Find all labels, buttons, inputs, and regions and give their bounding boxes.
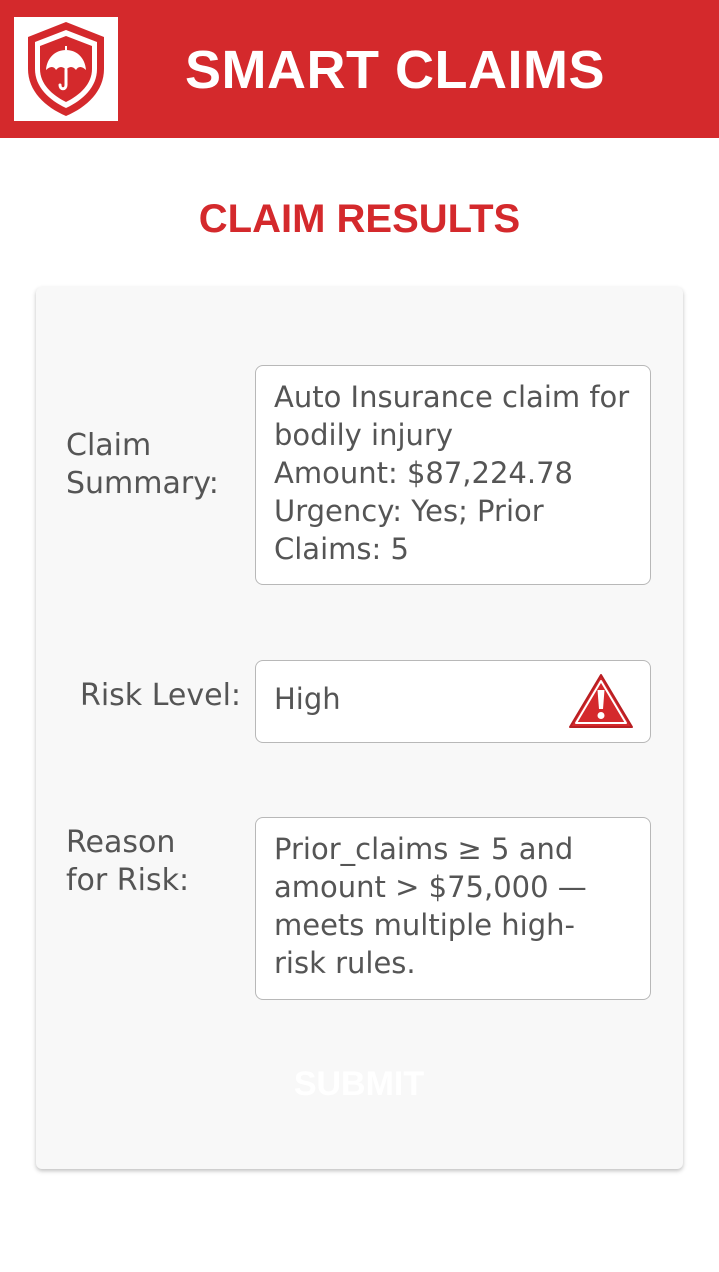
app-header: SMART CLAIMS: [0, 0, 719, 138]
claim-results-card: Claim Summary: Auto Insurance claim for …: [36, 287, 683, 1169]
submit-button[interactable]: SUBMIT: [259, 1059, 459, 1109]
risk-reason-field: Prior_claims ≥ 5 and amount > $75,000 — …: [255, 817, 651, 1000]
shield-umbrella-icon: [14, 17, 118, 121]
claim-summary-field: Auto Insurance claim for bodily injury A…: [255, 365, 651, 585]
app-title: SMART CLAIMS: [185, 40, 605, 100]
page-title: CLAIM RESULTS: [198, 197, 521, 241]
risk-level-label: Risk Level:: [80, 678, 242, 713]
claim-summary-label: Claim Summary:: [66, 428, 219, 501]
claim-summary-value: Auto Insurance claim for bodily injury A…: [274, 380, 630, 566]
warning-triangle-icon: [568, 673, 634, 729]
risk-level-field: High: [255, 660, 651, 743]
risk-reason-label: Reason for Risk:: [66, 825, 190, 898]
risk-reason-value: Prior_claims ≥ 5 and amount > $75,000 — …: [274, 832, 587, 980]
